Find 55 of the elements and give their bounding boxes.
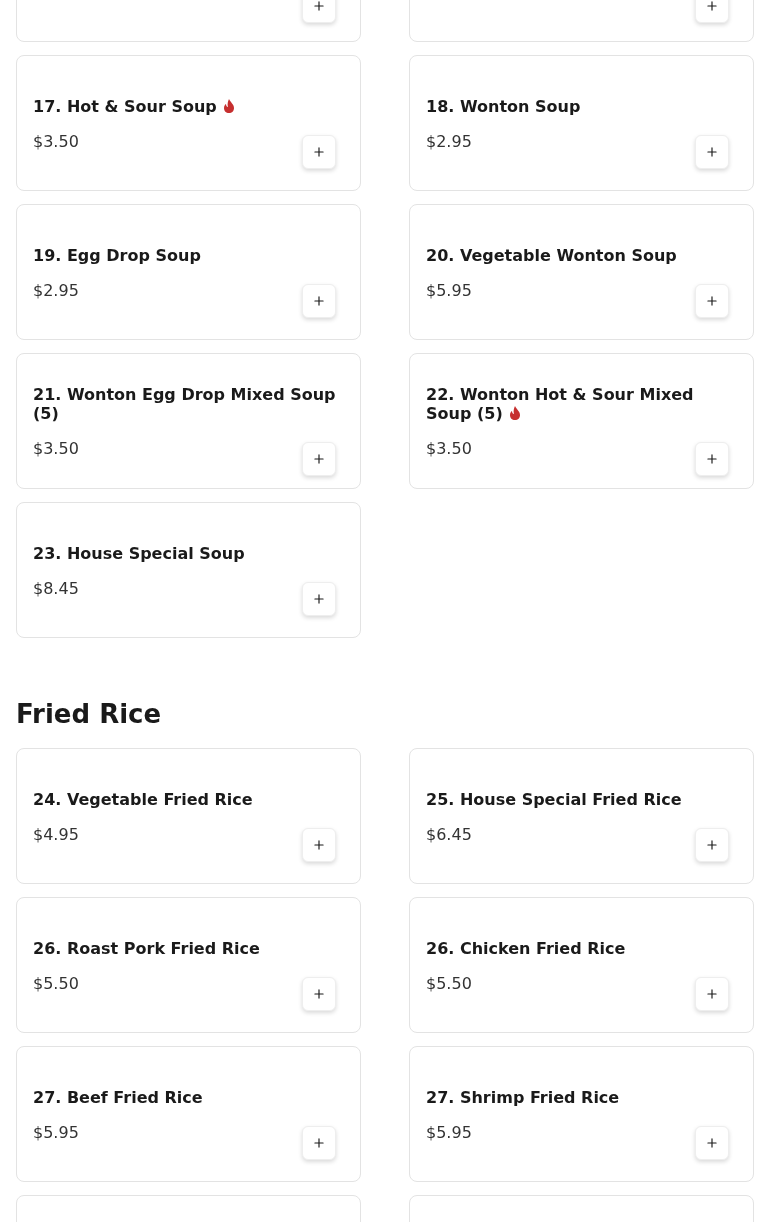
plus-icon bbox=[312, 591, 326, 606]
item-name: 24. Vegetable Fried Rice bbox=[33, 789, 254, 809]
item-price: $8.45 bbox=[33, 578, 79, 598]
item-name: 27. Beef Fried Rice bbox=[33, 1087, 204, 1107]
item-price: $4.95 bbox=[33, 824, 79, 844]
item-name: 23. House Special Soup bbox=[33, 543, 246, 563]
item-name: 27. Shrimp Fried Rice bbox=[426, 1087, 621, 1107]
item-price: $5.50 bbox=[426, 973, 472, 993]
plus-icon bbox=[312, 144, 326, 159]
add-button[interactable] bbox=[302, 827, 336, 862]
item-name: 18. Wonton Soup bbox=[426, 96, 582, 116]
plus-icon bbox=[312, 1135, 326, 1150]
plus-icon bbox=[705, 0, 719, 13]
item-name: 25. House Special Fried Rice bbox=[426, 789, 683, 809]
plus-icon bbox=[312, 837, 326, 852]
plus-icon bbox=[705, 144, 719, 159]
section-title: Fried Rice bbox=[16, 698, 163, 730]
plus-icon bbox=[705, 293, 719, 308]
add-button[interactable] bbox=[302, 442, 336, 476]
plus-icon bbox=[705, 1135, 719, 1150]
item-price: $3.50 bbox=[33, 131, 79, 151]
item-price: $5.95 bbox=[426, 280, 472, 300]
add-button[interactable] bbox=[695, 442, 729, 476]
item-name: 20. Vegetable Wonton Soup bbox=[426, 245, 678, 265]
item-name: 22. Wonton Hot & Sour Mixed Soup (5) bbox=[426, 385, 695, 423]
item-name: 19. Egg Drop Soup bbox=[33, 245, 202, 265]
item-price: $3.50 bbox=[33, 439, 79, 458]
add-button[interactable] bbox=[695, 827, 729, 862]
plus-icon bbox=[705, 986, 719, 1001]
add-button[interactable] bbox=[695, 283, 729, 318]
add-button[interactable] bbox=[695, 134, 729, 169]
item-price: $5.50 bbox=[33, 973, 79, 993]
item-price: $2.95 bbox=[426, 131, 472, 151]
plus-icon bbox=[312, 986, 326, 1001]
item-price: $3.50 bbox=[426, 439, 472, 458]
item-price: $6.45 bbox=[426, 824, 472, 844]
plus-icon bbox=[312, 452, 326, 466]
item-name: 17. Hot & Sour Soup bbox=[33, 96, 336, 116]
add-button[interactable] bbox=[302, 1125, 336, 1160]
add-button[interactable] bbox=[695, 976, 729, 1011]
add-button[interactable] bbox=[302, 976, 336, 1011]
plus-icon bbox=[312, 0, 326, 13]
item-name: 26. Chicken Fried Rice bbox=[426, 938, 627, 958]
plus-icon bbox=[312, 293, 326, 308]
add-button[interactable] bbox=[302, 283, 336, 318]
add-button[interactable] bbox=[302, 134, 336, 169]
item-price: $5.95 bbox=[426, 1122, 472, 1142]
item-price: $2.95 bbox=[33, 280, 79, 300]
plus-icon bbox=[705, 452, 719, 466]
item-name: 21. Wonton Egg Drop Mixed Soup (5) bbox=[33, 385, 336, 423]
add-button[interactable] bbox=[302, 581, 336, 616]
item-price: $5.95 bbox=[33, 1122, 79, 1142]
item-name: 26. Roast Pork Fried Rice bbox=[33, 938, 261, 958]
add-button[interactable] bbox=[695, 1125, 729, 1160]
plus-icon bbox=[705, 837, 719, 852]
